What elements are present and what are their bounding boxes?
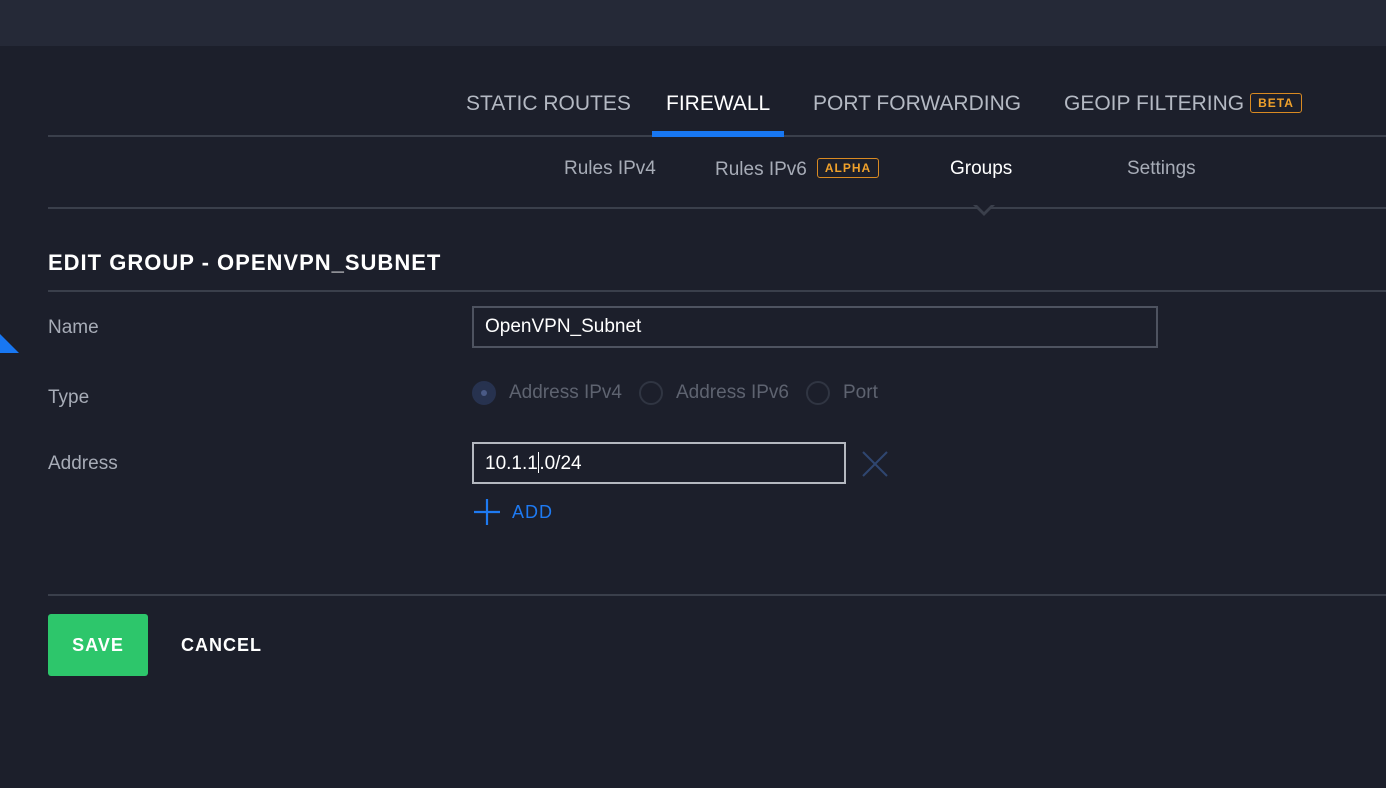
add-label: ADD: [512, 501, 554, 522]
main-tabs: STATIC ROUTES FIREWALL PORT FORWARDING G…: [48, 78, 1386, 137]
footer-divider: [48, 594, 1386, 596]
alpha-badge: ALPHA: [816, 158, 880, 178]
name-field-value: OpenVPN_Subnet: [485, 316, 642, 337]
tab-port-forwarding[interactable]: PORT FORWARDING: [813, 92, 1021, 135]
subtab-groups[interactable]: Groups: [950, 158, 1012, 180]
active-subtab-caret: [973, 203, 995, 216]
cancel-button[interactable]: CANCEL: [181, 614, 262, 676]
tab-static-routes[interactable]: STATIC ROUTES: [466, 92, 631, 135]
radio-address-ipv4-label: Address IPv4: [509, 382, 622, 403]
title-divider: [48, 290, 1386, 292]
beta-badge: BETA: [1250, 93, 1302, 113]
radio-selected-icon: [472, 381, 496, 405]
page-title: EDIT GROUP - OPENVPN_SUBNET: [48, 250, 442, 275]
subtab-settings[interactable]: Settings: [1127, 158, 1196, 180]
type-label: Type: [48, 387, 90, 408]
top-bar: [0, 0, 1386, 46]
radio-address-ipv4[interactable]: Address IPv4: [472, 381, 622, 405]
save-button[interactable]: SAVE: [48, 614, 148, 676]
radio-address-ipv6-label: Address IPv6: [676, 382, 789, 403]
tab-firewall[interactable]: FIREWALL: [651, 92, 785, 137]
side-marker: [0, 334, 19, 353]
name-label: Name: [48, 317, 99, 338]
radio-unselected-icon: [639, 381, 663, 405]
tab-geoip-filtering[interactable]: GEOIP FILTERING BETA: [1064, 92, 1302, 135]
sub-tabs: Rules IPv4 Rules IPv6 ALPHA Groups Settin…: [48, 135, 1386, 216]
plus-icon: [474, 499, 500, 525]
radio-port[interactable]: Port: [806, 381, 878, 405]
address-field-value: 10.1.1.0/24: [485, 451, 582, 474]
close-icon[interactable]: [860, 449, 890, 479]
name-field[interactable]: OpenVPN_Subnet: [472, 306, 1158, 348]
subtab-rules-ipv6[interactable]: Rules IPv6 ALPHA: [715, 158, 880, 181]
add-address-button[interactable]: ADD: [472, 498, 553, 526]
radio-address-ipv6[interactable]: Address IPv6: [639, 381, 789, 405]
subtab-rules-ipv4[interactable]: Rules IPv4: [564, 158, 656, 180]
address-label: Address: [48, 453, 118, 474]
radio-port-label: Port: [843, 382, 878, 403]
subtab-rules-ipv6-label: Rules IPv6: [715, 159, 807, 180]
tab-geoip-filtering-label: GEOIP FILTERING: [1064, 92, 1245, 115]
radio-unselected-icon: [806, 381, 830, 405]
address-field[interactable]: 10.1.1.0/24: [472, 442, 846, 484]
